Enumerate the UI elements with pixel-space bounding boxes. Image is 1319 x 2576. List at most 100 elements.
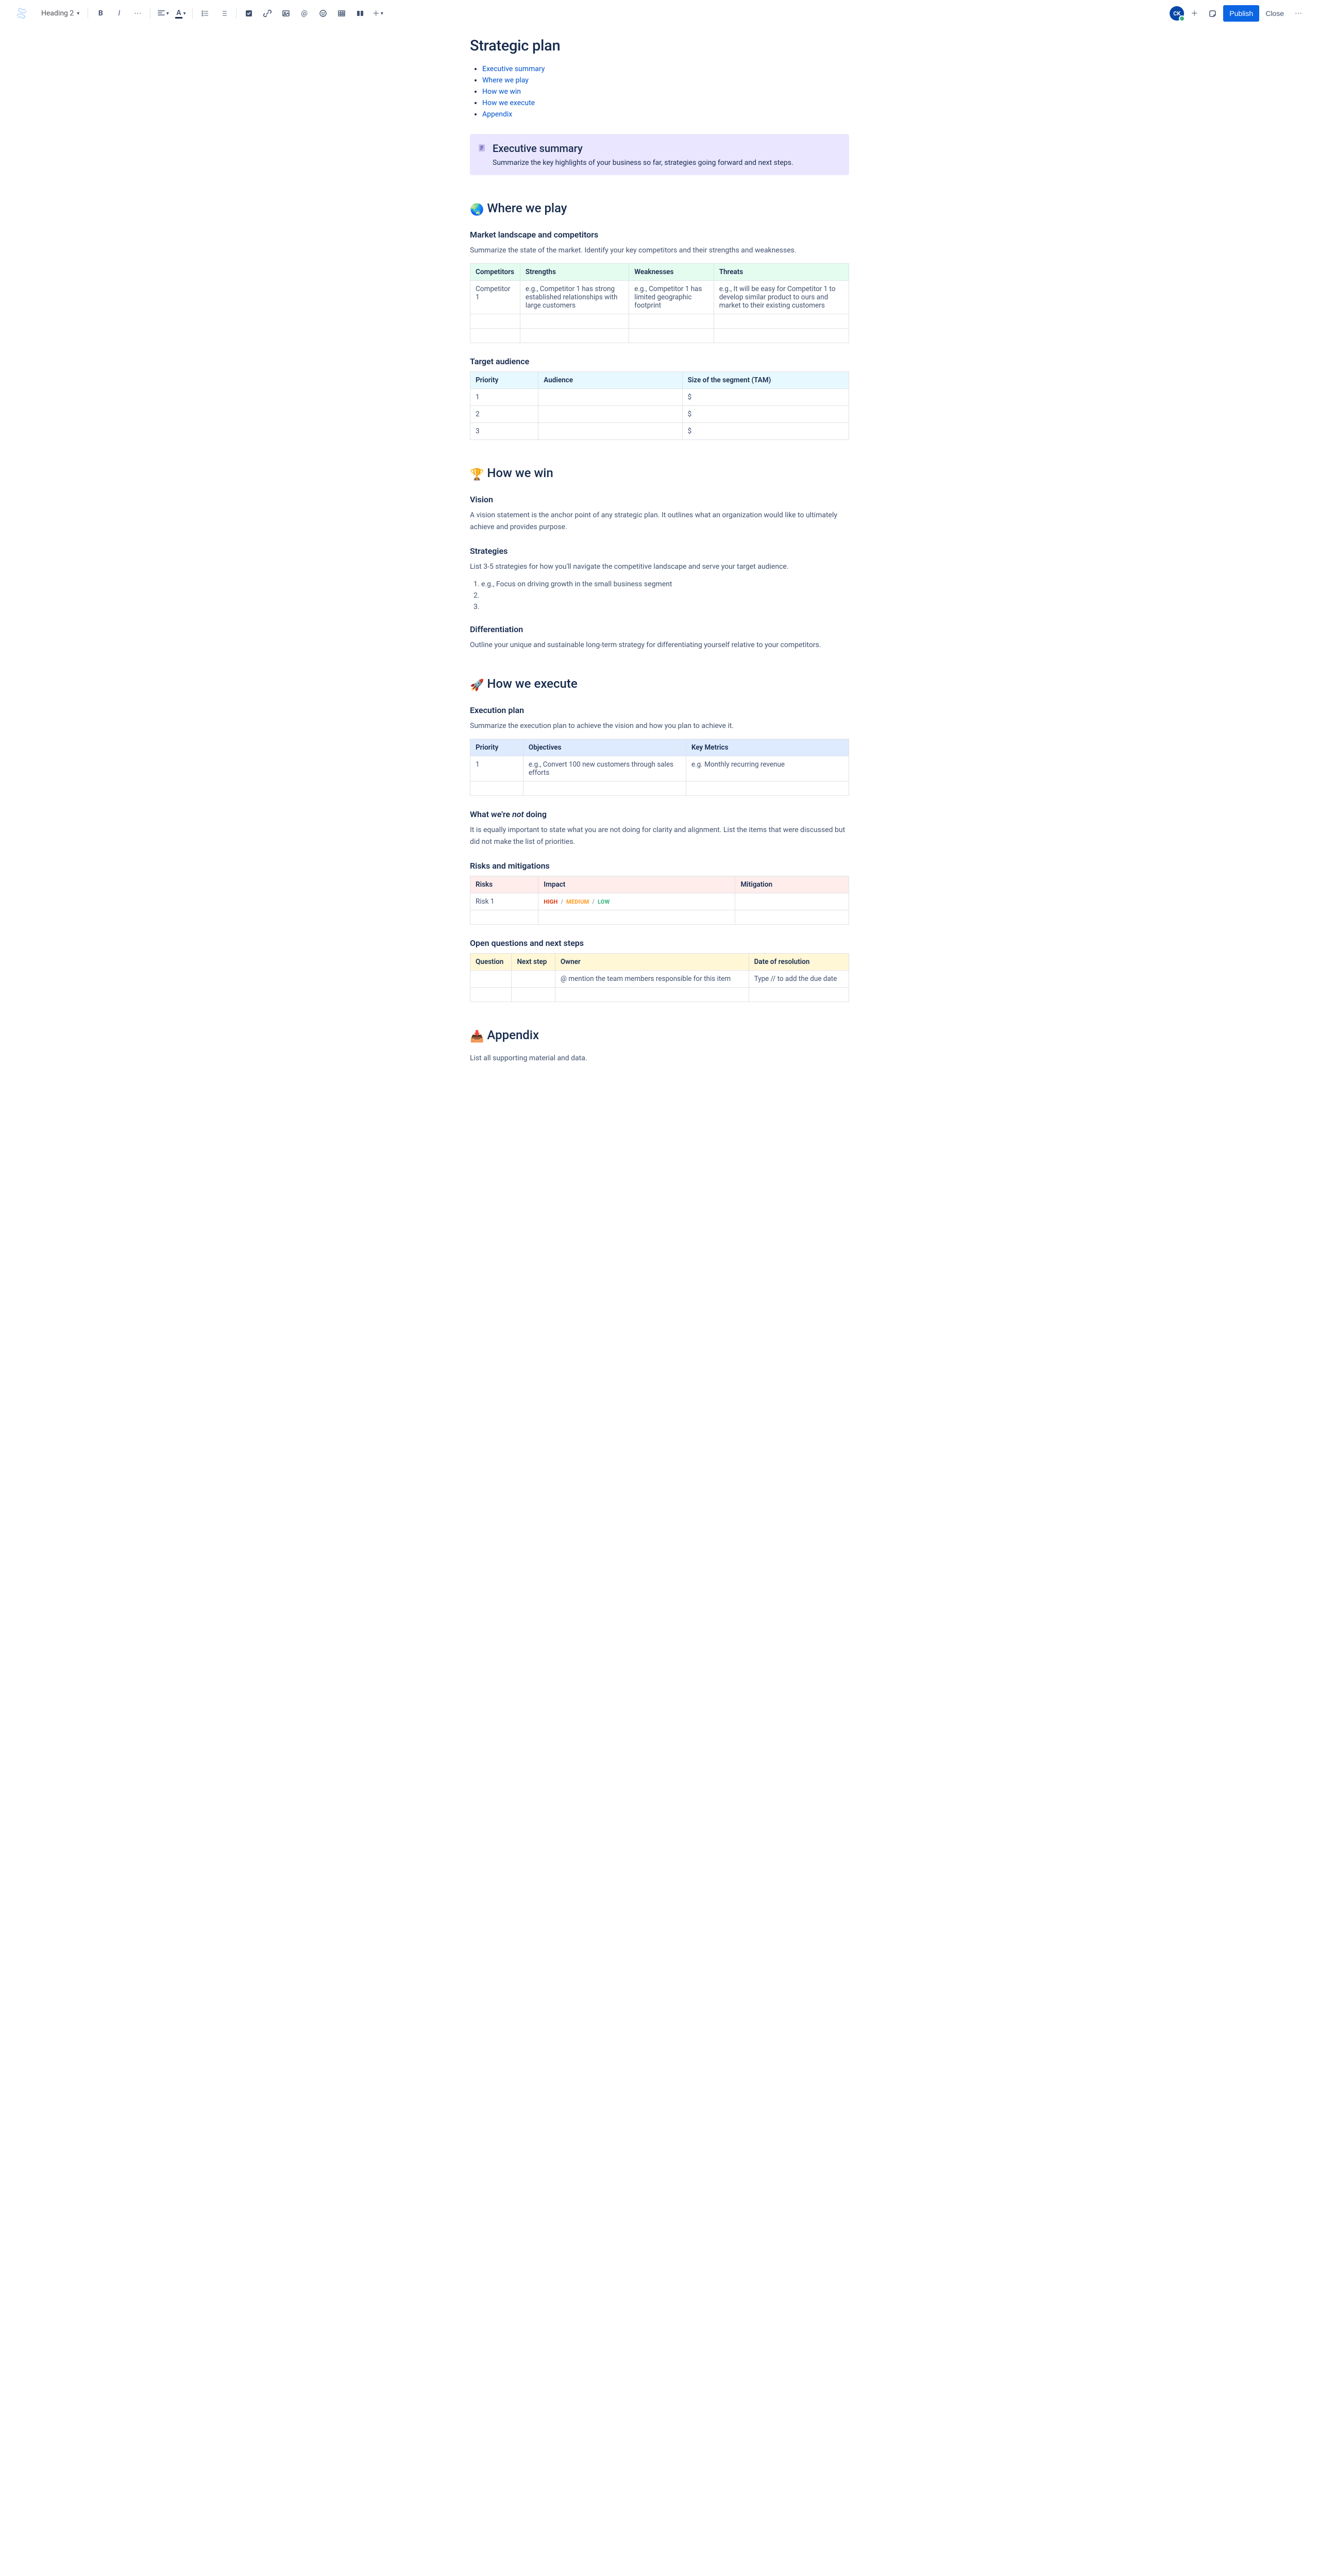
trophy-emoji-icon: 🏆: [470, 468, 484, 481]
toolbar-separator: [192, 8, 193, 19]
layouts-button[interactable]: [352, 5, 368, 22]
strategies-list[interactable]: e.g., Focus on driving growth in the sma…: [470, 580, 849, 611]
note-icon: [477, 143, 486, 155]
table-row[interactable]: 3$: [470, 423, 849, 440]
table-header: Impact: [538, 876, 735, 893]
toc-link[interactable]: How we execute: [482, 99, 535, 107]
info-panel[interactable]: Executive summary Summarize the key high…: [470, 134, 849, 175]
table-header: Objectives: [523, 739, 686, 756]
link-button[interactable]: [259, 5, 276, 22]
section-title: How we execute: [487, 676, 577, 691]
table-header: Risks: [470, 876, 538, 893]
subsection-heading[interactable]: Market landscape and competitors: [470, 230, 849, 240]
subsection-heading[interactable]: Open questions and next steps: [470, 938, 849, 948]
table-header: Weaknesses: [629, 264, 714, 281]
table-header: Date of resolution: [749, 954, 849, 971]
subsection-heading[interactable]: Execution plan: [470, 705, 849, 715]
request-changes-button[interactable]: [1205, 5, 1221, 22]
competitors-table[interactable]: Competitors Strengths Weaknesses Threats…: [470, 263, 849, 343]
table-row[interactable]: [470, 329, 849, 343]
table-header: Question: [470, 954, 512, 971]
presence-indicator-icon: [1179, 15, 1185, 22]
status-low: LOW: [598, 899, 610, 905]
subsection-heading[interactable]: Risks and mitigations: [470, 861, 849, 871]
body-text[interactable]: Outline your unique and sustainable long…: [470, 639, 849, 651]
close-button[interactable]: Close: [1261, 5, 1288, 22]
section-heading[interactable]: 🚀How we execute: [470, 676, 849, 692]
table-row[interactable]: 1$: [470, 389, 849, 406]
confluence-logo-icon: [12, 4, 31, 23]
body-text[interactable]: A vision statement is the anchor point o…: [470, 510, 849, 533]
invite-button[interactable]: ＋: [1186, 5, 1203, 22]
subsection-heading[interactable]: Target audience: [470, 357, 849, 366]
text-color-button[interactable]: A▾: [173, 5, 188, 22]
insert-button[interactable]: ＋▾: [370, 5, 385, 22]
section-heading[interactable]: 🌏Where we play: [470, 201, 849, 216]
action-item-button[interactable]: [241, 5, 257, 22]
status-high: HIGH: [544, 899, 557, 905]
status-medium: MEDIUM: [566, 899, 589, 905]
more-actions-button[interactable]: ⋯: [1290, 5, 1307, 22]
publish-button[interactable]: Publish: [1223, 5, 1259, 22]
table-header: Size of the segment (TAM): [682, 372, 849, 389]
avatar[interactable]: CK: [1170, 6, 1184, 21]
table-row[interactable]: 1e.g., Convert 100 new customers through…: [470, 756, 849, 782]
subsection-heading[interactable]: Vision: [470, 495, 849, 504]
table-header: Competitors: [470, 264, 520, 281]
section-title: How we win: [487, 466, 553, 480]
table-row[interactable]: [470, 910, 849, 925]
align-button[interactable]: ▾: [155, 5, 171, 22]
list-item[interactable]: [481, 591, 849, 600]
table-button[interactable]: [333, 5, 350, 22]
table-header: Next step: [512, 954, 555, 971]
bold-button[interactable]: B: [92, 5, 109, 22]
table-header: Key Metrics: [686, 739, 849, 756]
subsection-heading[interactable]: Differentiation: [470, 624, 849, 634]
body-text[interactable]: List 3-5 strategies for how you'll navig…: [470, 561, 849, 572]
section-heading[interactable]: 🏆How we win: [470, 466, 849, 481]
inbox-emoji-icon: 📥: [470, 1030, 484, 1043]
page-title[interactable]: Strategic plan: [470, 37, 849, 55]
toc-link[interactable]: How we win: [482, 88, 521, 96]
emoji-button[interactable]: [315, 5, 331, 22]
body-text[interactable]: Summarize the state of the market. Ident…: [470, 245, 849, 256]
bullet-list-button[interactable]: [197, 5, 213, 22]
rocket-emoji-icon: 🚀: [470, 679, 484, 692]
more-formatting-button[interactable]: ⋯: [129, 5, 146, 22]
body-text[interactable]: List all supporting material and data.: [470, 1053, 849, 1064]
table-row[interactable]: Competitor 1 e.g., Competitor 1 has stro…: [470, 281, 849, 314]
risks-table[interactable]: Risks Impact Mitigation Risk 1 HIGH/MEDI…: [470, 876, 849, 925]
subsection-heading[interactable]: Strategies: [470, 546, 849, 556]
toc-link[interactable]: Where we play: [482, 76, 529, 84]
table-row[interactable]: Risk 1 HIGH/MEDIUM/LOW: [470, 893, 849, 910]
toc-link[interactable]: Executive summary: [482, 65, 545, 73]
body-text[interactable]: It is equally important to state what yo…: [470, 824, 849, 848]
body-text[interactable]: Summarize the execution plan to achieve …: [470, 720, 849, 732]
globe-emoji-icon: 🌏: [470, 204, 484, 216]
table-row[interactable]: [470, 988, 849, 1002]
subsection-heading[interactable]: What we're not doing: [470, 809, 849, 819]
table-row[interactable]: [470, 314, 849, 329]
questions-table[interactable]: Question Next step Owner Date of resolut…: [470, 953, 849, 1002]
mention-button[interactable]: @: [296, 5, 313, 22]
audience-table[interactable]: Priority Audience Size of the segment (T…: [470, 371, 849, 440]
table-header: Mitigation: [735, 876, 849, 893]
list-item[interactable]: [481, 603, 849, 611]
execution-table[interactable]: Priority Objectives Key Metrics 1e.g., C…: [470, 739, 849, 796]
list-item[interactable]: e.g., Focus on driving growth in the sma…: [481, 580, 849, 588]
table-row[interactable]: [470, 782, 849, 796]
impact-cell[interactable]: HIGH/MEDIUM/LOW: [538, 893, 735, 910]
table-row[interactable]: @ mention the team members responsible f…: [470, 971, 849, 988]
numbered-list-button[interactable]: [215, 5, 232, 22]
toc-link[interactable]: Appendix: [482, 110, 512, 118]
panel-title: Executive summary: [493, 142, 841, 155]
table-row[interactable]: 2$: [470, 406, 849, 423]
chevron-down-icon: ▾: [77, 11, 79, 16]
document-body[interactable]: Strategic plan Executive summary Where w…: [464, 37, 855, 1064]
section-heading[interactable]: 📥Appendix: [470, 1028, 849, 1043]
table-header: Audience: [538, 372, 682, 389]
italic-button[interactable]: I: [111, 5, 127, 22]
image-button[interactable]: [278, 5, 294, 22]
heading-selector[interactable]: Heading 2 ▾: [37, 5, 83, 22]
panel-body: Summarize the key highlights of your bus…: [493, 159, 841, 167]
